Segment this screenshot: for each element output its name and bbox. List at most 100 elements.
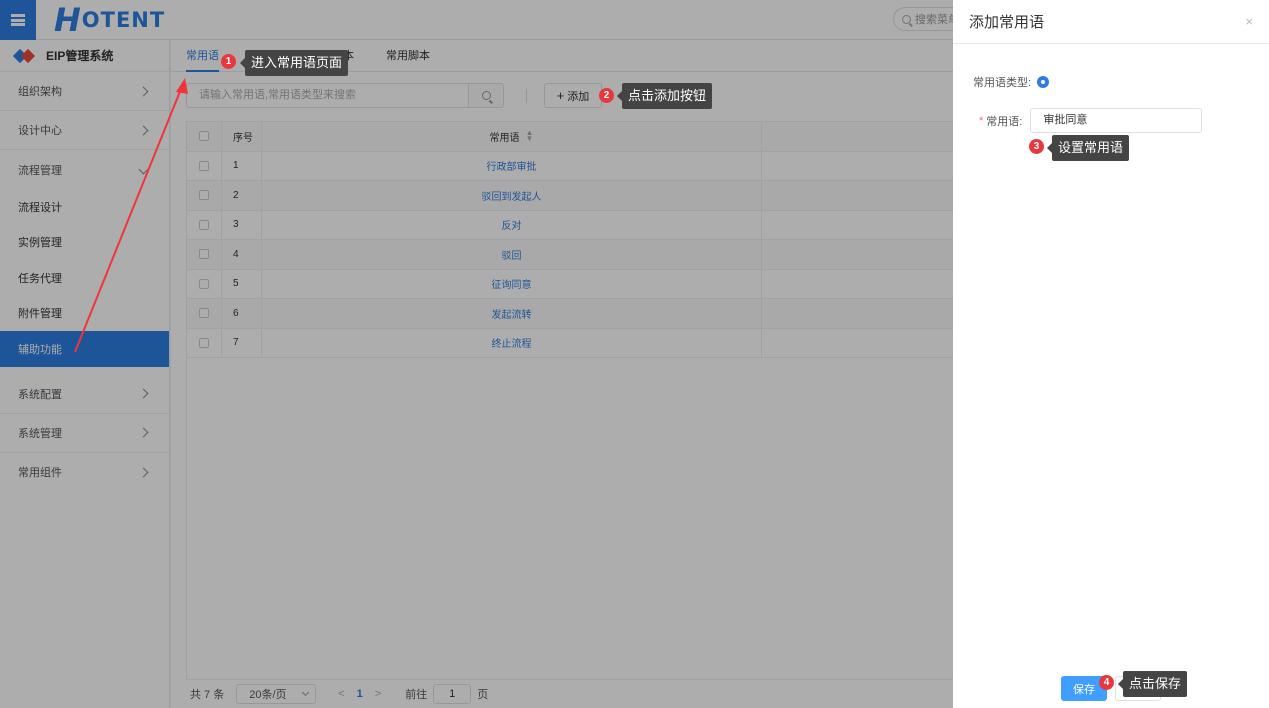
row-index: 6: [222, 299, 262, 328]
chevron-down-icon: [138, 164, 149, 175]
phrase-search-input[interactable]: 请输入常用语,常用语类型来搜索: [186, 83, 469, 108]
row-checkbox-cell[interactable]: [187, 269, 222, 298]
sidebar: EIP管理系统 组织架构 设计中心 流程管理 流程设计 实例管理 任务代理 附件…: [0, 40, 170, 708]
row-checkbox[interactable]: [199, 308, 209, 319]
table-row[interactable]: 1 行政部审批: [187, 151, 954, 181]
add-button-label: 添加: [567, 90, 590, 103]
pagination-total: 共 7 条: [190, 689, 225, 701]
phrase-label: 常用语:: [986, 115, 1023, 128]
table-row[interactable]: 2 驳回到发起人: [187, 181, 954, 211]
phrase-type-label: 常用语类型:: [973, 77, 1032, 89]
goto-prefix: 前往: [405, 689, 428, 701]
row-checkbox[interactable]: [199, 249, 209, 260]
sidebar-item-attachment-management[interactable]: 附件管理: [0, 296, 169, 332]
sidebar-item-common-components[interactable]: 常用组件: [0, 453, 169, 492]
step-badge-1: 1: [221, 54, 236, 69]
table-row[interactable]: 7 终止流程: [187, 328, 954, 358]
row-checkbox[interactable]: [199, 160, 209, 171]
chevron-right-icon: [138, 125, 149, 135]
sidebar-item-design-center[interactable]: 设计中心: [0, 111, 169, 150]
chevron-right-icon: [138, 427, 149, 438]
sidebar-item-system-config[interactable]: 系统配置: [0, 375, 169, 414]
select-all-checkbox-cell[interactable]: [187, 122, 222, 151]
sidebar-item-process-management[interactable]: 流程管理: [0, 150, 169, 189]
menu-search-input[interactable]: 搜索菜单: [893, 7, 955, 31]
row-extra: [762, 329, 954, 358]
row-extra: [762, 270, 954, 299]
row-phrase-link[interactable]: 终止流程: [492, 335, 532, 350]
chevron-right-icon: [138, 86, 149, 96]
menu-toggle-button[interactable]: [0, 0, 36, 40]
row-phrase-link[interactable]: 反对: [502, 217, 522, 232]
row-index: 5: [222, 269, 262, 298]
sidebar-item-label: 组织架构: [18, 86, 62, 98]
row-extra: [762, 240, 954, 269]
row-checkbox-cell[interactable]: [187, 240, 222, 269]
row-checkbox-cell[interactable]: [187, 151, 222, 180]
sidebar-item-process-design[interactable]: 流程设计: [0, 189, 169, 225]
table-header-row: 序号 常用语 ▲ ▼: [187, 122, 954, 152]
hamburger-icon: [11, 14, 25, 26]
row-checkbox[interactable]: [199, 190, 209, 201]
table-row[interactable]: 5 征询同意: [187, 269, 954, 299]
row-checkbox[interactable]: [199, 278, 209, 289]
close-icon[interactable]: ×: [1245, 14, 1253, 29]
main-content: 常用语 本 常用脚本 请输入常用语,常用语类型来搜索 + 添加 序号 常用语 ▲…: [171, 40, 954, 708]
step-badge-2: 2: [599, 88, 614, 103]
search-button[interactable]: [468, 83, 504, 108]
row-checkbox-cell[interactable]: [187, 210, 222, 239]
goto-suffix: 页: [477, 689, 489, 701]
row-phrase-link[interactable]: 征询同意: [492, 276, 532, 291]
drawer-title: 添加常用语: [969, 14, 1045, 31]
row-phrase-link[interactable]: 驳回到发起人: [482, 188, 542, 203]
add-phrase-drawer: 添加常用语 × 常用语类型: * 常用语: 审批同意: [953, 0, 1269, 708]
search-icon: [481, 91, 491, 100]
row-phrase-cell: 终止流程: [262, 328, 762, 357]
row-checkbox[interactable]: [199, 219, 209, 230]
sort-icon[interactable]: ▲ ▼: [526, 129, 534, 143]
goto-page-input[interactable]: 1: [433, 684, 472, 704]
next-page-button[interactable]: >: [375, 688, 381, 700]
sidebar-item-auxiliary-functions[interactable]: 辅助功能: [0, 331, 169, 367]
sidebar-item-label: 流程管理: [18, 164, 62, 177]
tab-common-scripts[interactable]: 常用脚本: [386, 40, 430, 72]
row-checkbox-cell[interactable]: [187, 328, 222, 357]
logo-letter: H: [54, 1, 81, 39]
row-checkbox-cell[interactable]: [187, 299, 222, 328]
phrase-type-row: 常用语类型:: [973, 74, 1050, 90]
select-all-checkbox[interactable]: [199, 131, 209, 142]
sidebar-item-system-management[interactable]: 系统管理: [0, 414, 169, 453]
sidebar-item-label: 系统管理: [18, 427, 62, 440]
row-checkbox-cell[interactable]: [187, 181, 222, 210]
add-button[interactable]: + 添加: [544, 83, 602, 108]
page-size-value: 20条/页: [249, 689, 287, 701]
phrase-input[interactable]: 审批同意: [1030, 108, 1203, 133]
row-index: 3: [222, 210, 262, 239]
row-extra: [762, 152, 954, 181]
page-size-select[interactable]: 20条/页: [236, 684, 317, 704]
step-tooltip-4: 点击保存: [1117, 671, 1188, 697]
row-checkbox[interactable]: [199, 337, 209, 348]
header-phrase[interactable]: 常用语 ▲ ▼: [262, 122, 762, 151]
table-row[interactable]: 3 反对: [187, 210, 954, 240]
row-phrase-link[interactable]: 发起流转: [492, 306, 532, 321]
phrase-type-radio[interactable]: [1037, 76, 1050, 88]
header-index: 序号: [222, 122, 262, 151]
row-phrase-cell: 征询同意: [262, 269, 762, 298]
prev-page-button[interactable]: <: [338, 688, 344, 700]
logo-text: OTENT: [81, 8, 166, 32]
sidebar-item-org[interactable]: 组织架构: [0, 72, 169, 111]
sidebar-item-task-agent[interactable]: 任务代理: [0, 260, 169, 296]
row-phrase-cell: 驳回到发起人: [262, 181, 762, 210]
table-row[interactable]: 6 发起流转: [187, 299, 954, 329]
tab-common-phrases[interactable]: 常用语: [186, 40, 219, 72]
chevron-right-icon: [138, 388, 149, 399]
required-mark: *: [979, 114, 984, 127]
table-row[interactable]: 4 驳回: [187, 240, 954, 270]
row-extra: [762, 299, 954, 328]
row-phrase-cell: 反对: [262, 210, 762, 239]
row-phrase-link[interactable]: 驳回: [502, 247, 522, 262]
sidebar-item-instance-management[interactable]: 实例管理: [0, 225, 169, 261]
row-phrase-link[interactable]: 行政部审批: [487, 158, 537, 173]
page-number-current[interactable]: 1: [357, 688, 363, 700]
